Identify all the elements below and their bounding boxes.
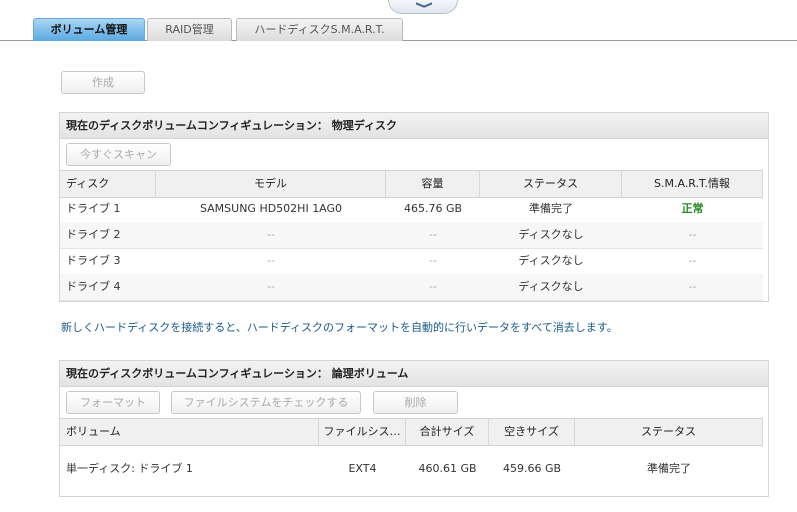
table-header: ディスク モデル 容量 ステータス S.M.A.R.T.情報	[60, 170, 763, 198]
filesystem: EXT4	[348, 462, 377, 475]
physical-disk-panel: 現在のディスクボリュームコンフィギュレーション： 物理ディスク 今すぐスキャン …	[59, 112, 769, 302]
format-warning-note: 新しくハードディスクを接続すると、ハードディスクのフォーマットを自動的に行いデー…	[61, 321, 618, 334]
column-header[interactable]: S.M.A.R.T.情報	[622, 171, 763, 197]
cell-capacity: --	[429, 280, 437, 293]
cell-disk: ドライブ 2	[66, 228, 121, 241]
tab-raid-management[interactable]: RAID管理	[147, 18, 232, 41]
cell-capacity: --	[429, 228, 437, 241]
cell-model: --	[267, 254, 275, 267]
chevron-down-icon: ❯	[414, 0, 433, 10]
column-header[interactable]: ディスク	[60, 171, 156, 197]
column-header[interactable]: 合計サイズ	[406, 419, 489, 445]
cell-smart-info: --	[688, 254, 697, 267]
cell-smart-info: --	[688, 228, 697, 241]
table-row[interactable]: ドライブ 3 -- -- ディスクなし --	[60, 248, 763, 275]
table-row[interactable]: ドライブ 2 -- -- ディスクなし --	[60, 222, 763, 249]
column-header[interactable]: ボリューム	[60, 419, 319, 445]
cell-disk: ドライブ 1	[66, 202, 121, 215]
volume-name: 単一ディスク: ドライブ 1	[66, 462, 193, 475]
cell-model: SAMSUNG HD502HI 1AG0	[199, 202, 343, 215]
cell-disk: ドライブ 4	[66, 280, 121, 293]
collapse-toggle-button[interactable]: ❯	[388, 0, 458, 14]
table-row[interactable]: ドライブ 1 SAMSUNG HD502HI 1AG0 465.76 GB 準備完了 正…	[60, 196, 763, 223]
tab-volume-management[interactable]: ボリューム管理	[33, 18, 145, 41]
physical-panel-title: 現在のディスクボリュームコンフィギュレーション： 物理ディスク	[60, 113, 768, 139]
column-header[interactable]: 空きサイズ	[489, 419, 575, 445]
table-row[interactable]: ドライブ 4 -- -- ディスクなし --	[60, 274, 763, 301]
table-header: ボリューム ファイルシス… 合計サイズ 空きサイズ ステータス	[60, 418, 763, 446]
cell-status: 準備完了	[529, 202, 573, 215]
logical-volume-panel: 現在のディスクボリュームコンフィギュレーション： 論理ボリューム フォーマット …	[59, 360, 769, 497]
cell-disk: ドライブ 3	[66, 254, 121, 267]
column-header[interactable]: 容量	[386, 171, 480, 197]
create-button[interactable]: 作成	[61, 71, 145, 94]
cell-capacity: 465.76 GB	[403, 202, 463, 215]
volume-status: 準備完了	[647, 462, 691, 475]
cell-capacity: --	[429, 254, 437, 267]
table-row[interactable]: 単一ディスク: ドライブ 1 EXT4 460.61 GB 459.66 GB …	[60, 444, 763, 496]
cell-status: ディスクなし	[518, 228, 584, 241]
format-button[interactable]: フォーマット	[66, 391, 160, 414]
tab-hdd-smart[interactable]: ハードディスクS.M.A.R.T.	[236, 18, 403, 41]
check-filesystem-button[interactable]: ファイルシステムをチェックする	[171, 391, 361, 414]
cell-smart-info: 正常	[681, 202, 704, 215]
cell-model: --	[267, 280, 275, 293]
cell-status: ディスクなし	[518, 254, 584, 267]
cell-model: --	[267, 228, 275, 241]
total-size: 460.61 GB	[418, 462, 477, 475]
column-header[interactable]: ステータス	[575, 419, 763, 445]
free-size: 459.66 GB	[502, 462, 562, 475]
column-header[interactable]: モデル	[156, 171, 386, 197]
delete-button[interactable]: 削除	[373, 391, 458, 414]
scan-now-button[interactable]: 今すぐスキャン	[66, 143, 171, 166]
column-header[interactable]: ファイルシス…	[319, 419, 406, 445]
cell-status: ディスクなし	[518, 280, 584, 293]
column-header[interactable]: ステータス	[480, 171, 622, 197]
cell-smart-info: --	[688, 280, 697, 293]
logical-panel-title: 現在のディスクボリュームコンフィギュレーション： 論理ボリューム	[60, 361, 768, 387]
